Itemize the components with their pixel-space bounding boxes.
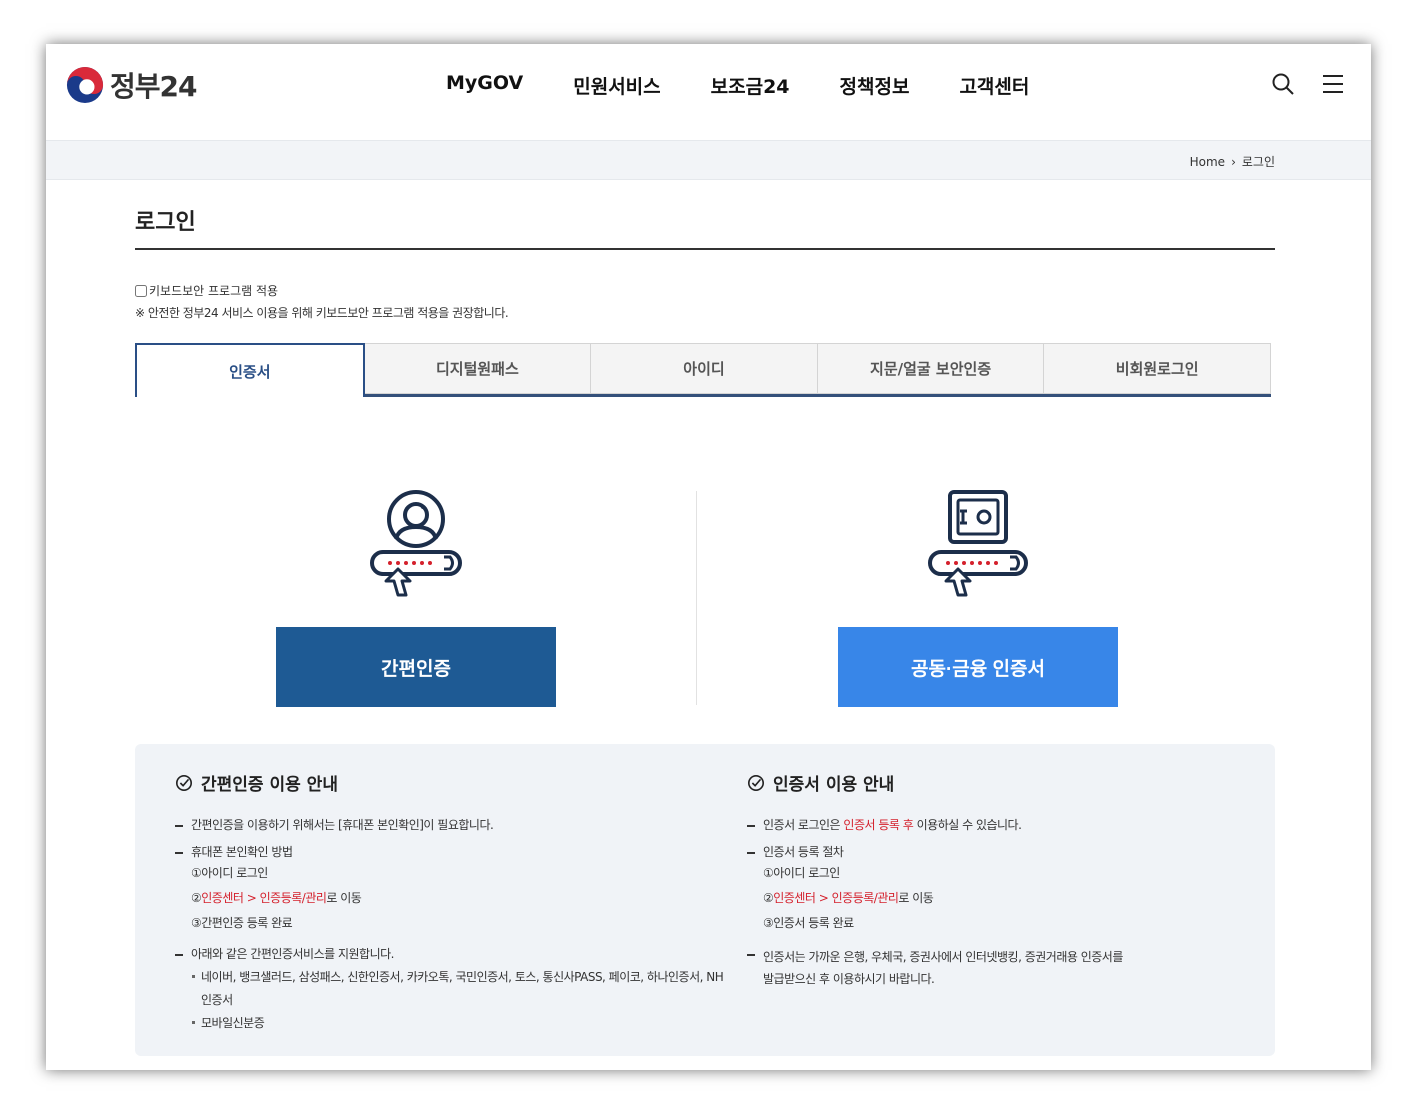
site-header: 정부24 MyGOV 민원서비스 보조금24 정책정보 고객센터: [46, 44, 1371, 140]
bullet-item: 모바일신분증: [191, 1012, 735, 1035]
nav-item-mygov[interactable]: MyGOV: [446, 72, 523, 99]
list-item-text: 아래와 같은 간편인증서비스를 지원합니다.: [191, 947, 394, 961]
list-item: 인증서 로그인은 인증서 등록 후 이용하실 수 있습니다.: [747, 817, 1307, 834]
nav-item-policy-info[interactable]: 정책정보: [840, 72, 910, 99]
step-text: ①아이디 로그인: [191, 866, 268, 880]
keyboard-security-label: 키보드보안 프로그램 적용: [149, 284, 279, 298]
list-item: 인증서 등록 절차 ①아이디 로그인 ②인증센터 > 인증등록/관리로 이동 ③…: [747, 844, 1307, 936]
step-suffix: 로 이동: [898, 891, 934, 905]
step-number: ②: [191, 891, 202, 905]
usage-guide-box: 간편인증 이용 안내 간편인증을 이용하기 위해서는 [휴대폰 본인확인]이 필…: [135, 744, 1275, 1056]
certificate-login-area: 간편인증 공동·금융 인증서: [135, 397, 1275, 755]
nav-item-civil-services[interactable]: 민원서비스: [573, 72, 660, 99]
highlight-text: 인증센터 > 인증등록/관리: [201, 891, 327, 905]
step-number: ②: [763, 891, 774, 905]
tab-non-member[interactable]: 비회원로그인: [1044, 343, 1271, 394]
service-bullets: 네이버, 뱅크샐러드, 삼성패스, 신한인증서, 카카오톡, 국민인증서, 토스…: [191, 966, 735, 1035]
keyboard-security-option[interactable]: 키보드보안 프로그램 적용: [135, 282, 1275, 299]
vertical-divider: [696, 491, 697, 705]
list-item-text: 인증서 로그인은: [763, 818, 844, 832]
list-item: 인증서는 가까운 은행, 우체국, 증권사에서 인터넷뱅킹, 증권거래용 인증서…: [747, 946, 1127, 990]
guide-title-text: 인증서 이용 안내: [773, 775, 895, 795]
guide-title-text: 간편인증 이용 안내: [201, 775, 338, 795]
check-circle-icon: [747, 774, 765, 791]
list-item-text: 휴대폰 본인확인 방법: [191, 845, 293, 859]
tab-biometric[interactable]: 지문/얼굴 보안인증: [817, 343, 1045, 394]
hamburger-menu-icon[interactable]: [1321, 72, 1345, 96]
certificate-panel: 공동·금융 인증서: [838, 489, 1118, 707]
nav-item-customer-center[interactable]: 고객센터: [959, 72, 1029, 99]
simple-auth-guide-list: 간편인증을 이용하기 위해서는 [휴대폰 본인확인]이 필요합니다. 휴대폰 본…: [175, 817, 735, 1035]
chevron-right-icon: ›: [1231, 154, 1236, 169]
step-suffix: 로 이동: [326, 891, 362, 905]
keyboard-security-checkbox[interactable]: [135, 284, 147, 297]
highlight-text: 인증센터 > 인증등록/관리: [773, 891, 899, 905]
main-nav: MyGOV 민원서비스 보조금24 정책정보 고객센터: [446, 72, 1029, 99]
step-text: ③간편인증 등록 완료: [191, 916, 293, 930]
nav-item-subsidy24[interactable]: 보조금24: [711, 72, 790, 99]
simple-auth-guide: 간편인증 이용 안내 간편인증을 이용하기 위해서는 [휴대폰 본인확인]이 필…: [175, 770, 735, 1045]
certificate-guide: 인증서 이용 안내 인증서 로그인은 인증서 등록 후 이용하실 수 있습니다.…: [747, 770, 1307, 1000]
step-text: ③인증서 등록 완료: [763, 916, 854, 930]
main-content: 로그인 키보드보안 프로그램 적용 ※ 안전한 정부24 서비스 이용을 위해 …: [135, 180, 1275, 755]
keyboard-security-note: ※ 안전한 정부24 서비스 이용을 위해 키보드보안 프로그램 적용을 권장합…: [135, 306, 509, 320]
breadcrumb-bar: Home › 로그인: [46, 140, 1371, 180]
search-icon[interactable]: [1271, 72, 1295, 96]
joint-financial-cert-button[interactable]: 공동·금융 인증서: [838, 627, 1118, 707]
login-tabs: 인증서 디지털원패스 아이디 지문/얼굴 보안인증 비회원로그인: [135, 343, 1271, 397]
list-item: 휴대폰 본인확인 방법 ①아이디 로그인 ②인증센터 > 인증등록/관리로 이동…: [175, 844, 735, 936]
person-password-icon: [370, 490, 462, 597]
list-item: 간편인증을 이용하기 위해서는 [휴대폰 본인확인]이 필요합니다.: [175, 817, 735, 834]
header-utilities: [1271, 72, 1345, 96]
tab-certificate[interactable]: 인증서: [135, 343, 365, 397]
step-text: ①아이디 로그인: [763, 866, 840, 880]
step-text: ②인증센터 > 인증등록/관리로 이동: [191, 886, 735, 911]
list-item: 아래와 같은 간편인증서비스를 지원합니다. 네이버, 뱅크샐러드, 삼성패스,…: [175, 946, 735, 1035]
page-title: 로그인: [135, 204, 1275, 250]
breadcrumb-home[interactable]: Home: [1190, 155, 1225, 169]
simple-auth-button[interactable]: 간편인증: [276, 627, 556, 707]
safe-password-icon: [928, 490, 1028, 597]
page-frame: 정부24 MyGOV 민원서비스 보조금24 정책정보 고객센터 Home › …: [46, 44, 1371, 1070]
breadcrumb: Home › 로그인: [1190, 153, 1275, 170]
tab-id[interactable]: 아이디: [591, 343, 818, 394]
taegeuk-logo-icon: [66, 66, 104, 104]
step-text: ②인증센터 > 인증등록/관리로 이동: [763, 886, 1307, 911]
bullet-item: 네이버, 뱅크샐러드, 삼성패스, 신한인증서, 카카오톡, 국민인증서, 토스…: [191, 966, 731, 1012]
check-circle-icon: [175, 774, 193, 791]
breadcrumb-current: 로그인: [1241, 155, 1275, 169]
logo-text: 정부24: [110, 70, 197, 103]
certificate-guide-list: 인증서 로그인은 인증서 등록 후 이용하실 수 있습니다. 인증서 등록 절차…: [747, 817, 1307, 990]
tab-digital-onepass[interactable]: 디지털원패스: [364, 343, 592, 394]
site-logo[interactable]: 정부24: [66, 65, 197, 105]
certificate-guide-title: 인증서 이용 안내: [747, 770, 1307, 795]
highlight-text: 인증서 등록 후: [843, 818, 914, 832]
list-item-text: 이용하실 수 있습니다.: [913, 818, 1022, 832]
simple-auth-guide-title: 간편인증 이용 안내: [175, 770, 735, 795]
list-item-text: 인증서 등록 절차: [763, 845, 844, 859]
simple-auth-panel: 간편인증: [276, 489, 556, 707]
